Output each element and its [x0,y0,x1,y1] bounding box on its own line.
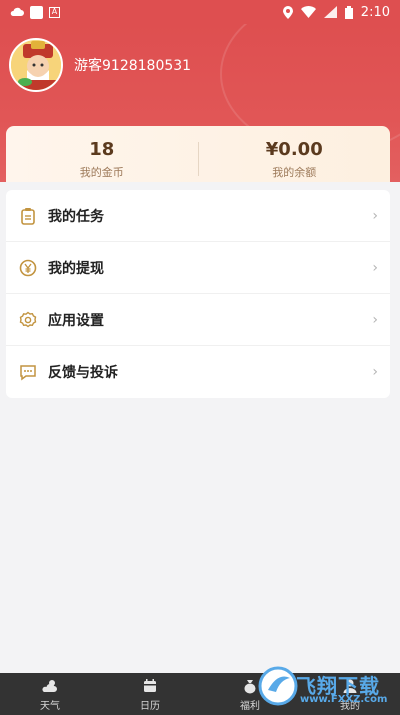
chevron-right-icon: › [372,364,378,380]
status-bar: A 2:10 [0,0,400,24]
watermark: 飞翔下载 www.FXXZ.com [256,660,400,715]
battery-icon [344,5,353,19]
gear-icon [18,310,38,330]
balance-value: ¥0.00 [265,138,323,160]
coins-label: 我的金币 [79,165,124,179]
watermark-subtext: www.FXXZ.com [300,694,388,705]
balance-label: 我的余额 [272,165,317,179]
chevron-right-icon: › [372,311,378,328]
menu-item-settings[interactable]: 应用设置 › [6,294,390,346]
profile-header: 游客9128180531 18 我的金币 ¥0.00 我的余额 [0,24,400,182]
nav-item-calendar[interactable]: 日历 [100,673,200,715]
stats-card: 18 我的金币 ¥0.00 我的余额 [6,126,390,182]
menu-item-feedback[interactable]: 反馈与投诉 › [6,346,390,398]
menu-item-withdraw[interactable]: 我的提现 › [6,242,390,294]
chevron-right-icon: › [372,207,378,224]
chevron-right-icon: › [372,259,378,276]
calendar-icon [144,678,156,692]
location-icon [282,5,293,19]
coins-stat[interactable]: 18 我的金币 [6,139,198,180]
avatar[interactable] [9,38,63,92]
wifi-icon [300,6,316,18]
coins-value: 18 [89,138,115,160]
watermark-logo-icon [258,666,298,706]
status-time: 2:10 [360,4,390,20]
balance-stat[interactable]: ¥0.00 我的余额 [199,139,391,180]
username: 游客9128180531 [74,58,192,74]
cloud-icon [10,7,24,16]
avatar-icon [11,40,61,90]
notification-icon [30,5,43,19]
menu-item-label: 我的任务 [48,208,104,225]
menu-item-label: 我的提现 [48,260,104,277]
menu-list: 我的任务 › 我的提现 › 应用设置 › 反馈与投诉 › [6,190,390,398]
chat-bubble-icon [18,362,38,382]
clipboard-icon [18,206,38,226]
weather-icon [42,679,57,692]
menu-item-label: 应用设置 [48,312,104,329]
menu-item-label: 反馈与投诉 [48,365,118,381]
signal-icon [323,6,337,18]
nav-label: 天气 [40,700,60,712]
yuan-coin-icon [18,258,38,278]
keyboard-icon: A [49,6,60,18]
nav-item-weather[interactable]: 天气 [0,673,100,715]
menu-item-tasks[interactable]: 我的任务 › [6,190,390,242]
nav-label: 日历 [140,700,160,712]
